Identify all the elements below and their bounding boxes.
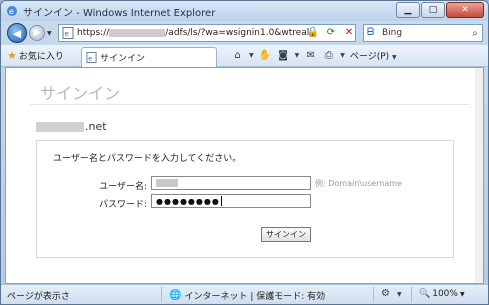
username-example-hint: 例: Domain\username (315, 179, 402, 188)
close-button[interactable]: ✕ (446, 2, 484, 18)
page-menu[interactable]: ページ(P) ▼ (350, 49, 397, 62)
star-icon: ★ (7, 49, 17, 62)
status-bar: ページが表示さ 🌐 インターネット | 保護モード: 有効 ⚙ ▼ 🔍 100%… (1, 284, 488, 304)
forward-arrow-icon: ▶ (33, 28, 41, 38)
status-separator (411, 287, 412, 302)
zoom-control[interactable]: 🔍 100% ▼ (419, 289, 465, 299)
popup-blocker-icon[interactable]: ⚙ (381, 288, 390, 299)
stop-icon[interactable]: ✕ (342, 26, 356, 40)
title-divider (30, 104, 470, 105)
page-menu-label: ページ(P) (349, 52, 390, 62)
chevron-down-icon: ▼ (392, 54, 397, 61)
hand-icon[interactable]: ✋ (259, 49, 272, 62)
minimize-button[interactable]: ▁ (396, 2, 420, 18)
redacted-host (109, 28, 166, 37)
password-field[interactable]: ●●●●●●●● (151, 194, 311, 208)
svg-text:e: e (65, 30, 69, 38)
signin-panel: ユーザー名とパスワードを入力してください。 ユーザー名: 例: Domain\u… (36, 140, 454, 258)
favorites-bar: ★ お気に入り e サインイン ⌂ ▼ ✋ ◙ ▼ ✉ ⎙ ▼ ページ(P) ▼ (1, 45, 488, 67)
home-dropdown-icon[interactable]: ▼ (249, 52, 254, 59)
status-separator (161, 287, 162, 302)
maximize-button[interactable]: □ (421, 2, 445, 18)
zone-label: インターネット | 保護モード: 有効 (184, 292, 326, 302)
lock-icon[interactable]: 🔒 (306, 26, 320, 40)
refresh-icon[interactable]: ⟳ (324, 26, 338, 40)
text-caret (220, 196, 222, 206)
title-bar: e サインイン - Windows Internet Explorer ▁ □ … (1, 1, 488, 21)
zoom-level: 100% (432, 289, 458, 299)
svg-text:e: e (88, 54, 92, 62)
page-title: サインイン (40, 84, 121, 103)
home-icon[interactable]: ⌂ (231, 49, 244, 62)
chevron-down-icon[interactable]: ▼ (397, 291, 402, 298)
url-path: /adfs/ls/?wa=wsignin1.0&wtrealr (165, 28, 309, 38)
favorites-label: お気に入り (18, 52, 64, 62)
domain-suffix: .net (85, 120, 107, 133)
command-bar: ⌂ ▼ ✋ ◙ ▼ ✉ ⎙ ▼ ページ(P) ▼ (231, 49, 397, 62)
domain-name: .net (36, 120, 107, 133)
signin-button[interactable]: サインイン (261, 227, 311, 242)
print-dropdown-icon[interactable]: ▼ (340, 52, 345, 59)
recent-pages-dropdown[interactable]: ▼ (47, 30, 52, 37)
browser-window: e サインイン - Windows Internet Explorer ▁ □ … (0, 0, 489, 305)
tab-signin[interactable]: e サインイン (81, 47, 217, 67)
bing-icon: ᗷ (367, 27, 375, 38)
instruction-text: ユーザー名とパスワードを入力してください。 (53, 154, 242, 164)
mail-icon[interactable]: ✉ (304, 49, 317, 62)
favorites-button[interactable]: ★ お気に入り (7, 49, 64, 62)
search-box[interactable]: ᗷ Bing ⌕ (363, 24, 483, 42)
window-title: サインイン - Windows Internet Explorer (23, 7, 216, 19)
address-url[interactable]: https:// /adfs/ls/?wa=wsignin1.0&wtrealr (77, 28, 309, 38)
forward-button[interactable]: ▶ (29, 25, 45, 41)
page-icon: e (86, 52, 97, 63)
caption-buttons: ▁ □ ✕ (396, 2, 484, 18)
username-label: ユーザー名: (99, 182, 147, 192)
address-bar-buttons: 🔒 ⟳ ✕ (306, 24, 356, 42)
ie-logo-icon: e (7, 6, 17, 16)
back-button[interactable]: ◀ (7, 23, 27, 43)
security-zone[interactable]: 🌐 インターネット | 保護モード: 有効 (169, 289, 325, 302)
feeds-icon[interactable]: ◙ (277, 49, 290, 62)
back-arrow-icon: ◀ (12, 26, 22, 40)
redacted-domain (36, 121, 84, 132)
page-icon: e (62, 27, 74, 39)
tab-label: サインイン (100, 54, 146, 64)
zoom-icon: 🔍 (419, 289, 431, 299)
search-provider-label: Bing (382, 28, 403, 38)
status-text: ページが表示さ (7, 292, 70, 302)
status-separator (373, 287, 374, 302)
chevron-down-icon: ▼ (459, 290, 465, 298)
page-content: サインイン .net ユーザー名とパスワードを入力してください。 ユーザー名: … (5, 67, 484, 284)
url-scheme: https:// (77, 28, 110, 38)
globe-icon: 🌐 (169, 290, 182, 301)
redacted-username (156, 179, 178, 187)
feeds-dropdown-icon[interactable]: ▼ (295, 52, 300, 59)
password-mask: ●●●●●●●● (156, 196, 220, 206)
password-label: パスワード: (98, 200, 147, 210)
print-icon[interactable]: ⎙ (322, 49, 335, 62)
vertical-scrollbar[interactable] (475, 68, 483, 283)
navigation-bar: ◀ ▶ ▼ e https:// /adfs/ls/?wa=wsignin1.0&… (1, 21, 488, 45)
username-field[interactable] (151, 176, 311, 190)
search-icon[interactable]: ⌕ (468, 28, 482, 39)
svg-text:e: e (9, 7, 14, 16)
